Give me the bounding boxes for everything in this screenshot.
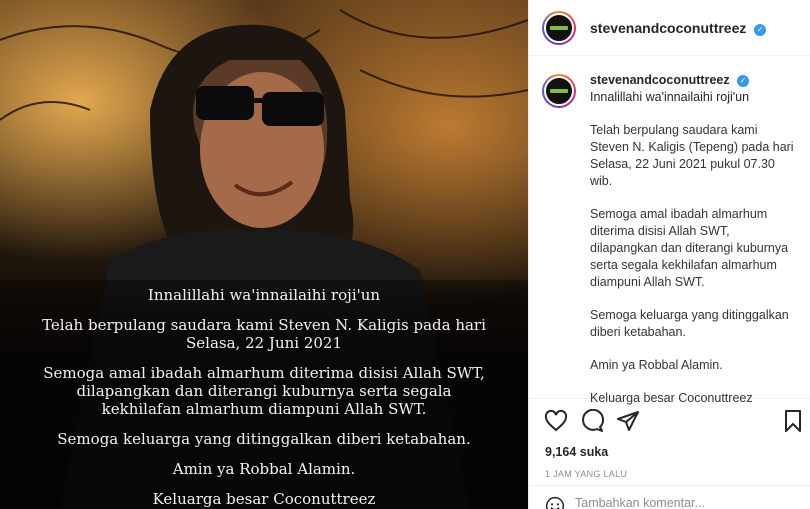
- save-button[interactable]: [780, 408, 806, 434]
- like-button[interactable]: [543, 408, 569, 434]
- caption-username[interactable]: stevenandcoconuttreez: [590, 73, 730, 87]
- post-sidebar: stevenandcoconuttreez ✓ stevenandcoconut…: [528, 0, 810, 509]
- username-text[interactable]: stevenandcoconuttreez: [590, 20, 746, 36]
- overlay-line: Semoga amal ibadah almarhum diterima dis…: [43, 364, 485, 418]
- post-actions: [529, 399, 810, 443]
- post-overlay-text: Innalillahi wa'innailaihi roji'un Telah …: [0, 280, 528, 509]
- overlay-line: Telah berpulang saudara kami Steven N. K…: [42, 316, 486, 352]
- post-image[interactable]: Innalillahi wa'innailaihi roji'un Telah …: [0, 0, 528, 509]
- overlay-line: Keluarga besar Coconuttreez: [152, 490, 376, 508]
- caption-paragraph: Amin ya Robbal Alamin.: [590, 358, 723, 372]
- caption-paragraph: Telah berpulang saudara kami Steven N. K…: [590, 123, 794, 188]
- share-button[interactable]: [615, 408, 641, 434]
- caption-first-line: Innalillahi wa'innailaihi roji'un: [590, 90, 750, 104]
- bookmark-icon: [785, 410, 801, 432]
- caption-paragraph: Semoga amal ibadah almarhum diterima dis…: [590, 207, 789, 289]
- heart-icon: [544, 410, 568, 432]
- verified-badge-icon: ✓: [754, 23, 767, 36]
- comment-button[interactable]: [579, 408, 605, 434]
- overlay-line: Semoga keluarga yang ditinggalkan diberi…: [57, 430, 471, 448]
- post-header: stevenandcoconuttreez ✓: [529, 0, 810, 56]
- add-comment-bar: [529, 485, 810, 509]
- post-timestamp[interactable]: 1 JAM YANG LALU: [529, 469, 810, 479]
- caption-text: stevenandcoconuttreez ✓ Innalillahi wa'i…: [590, 72, 797, 405]
- likes-count[interactable]: 9,164 suka: [529, 445, 810, 459]
- overlay-line: Amin ya Robbal Alamin.: [172, 460, 356, 478]
- share-icon: [617, 411, 639, 431]
- overlay-line: Innalillahi wa'innailaihi roji'un: [147, 286, 381, 304]
- verified-badge-icon: ✓: [737, 75, 750, 87]
- comment-input[interactable]: [575, 496, 775, 509]
- avatar[interactable]: [542, 74, 576, 108]
- caption-paragraph: Semoga keluarga yang ditinggalkan diberi…: [590, 308, 789, 339]
- avatar[interactable]: [542, 10, 576, 45]
- comment-icon: [582, 409, 604, 432]
- header-username[interactable]: stevenandcoconuttreez ✓: [590, 20, 767, 36]
- caption-area: stevenandcoconuttreez ✓ Innalillahi wa'i…: [529, 56, 810, 405]
- emoji-icon[interactable]: [545, 496, 565, 509]
